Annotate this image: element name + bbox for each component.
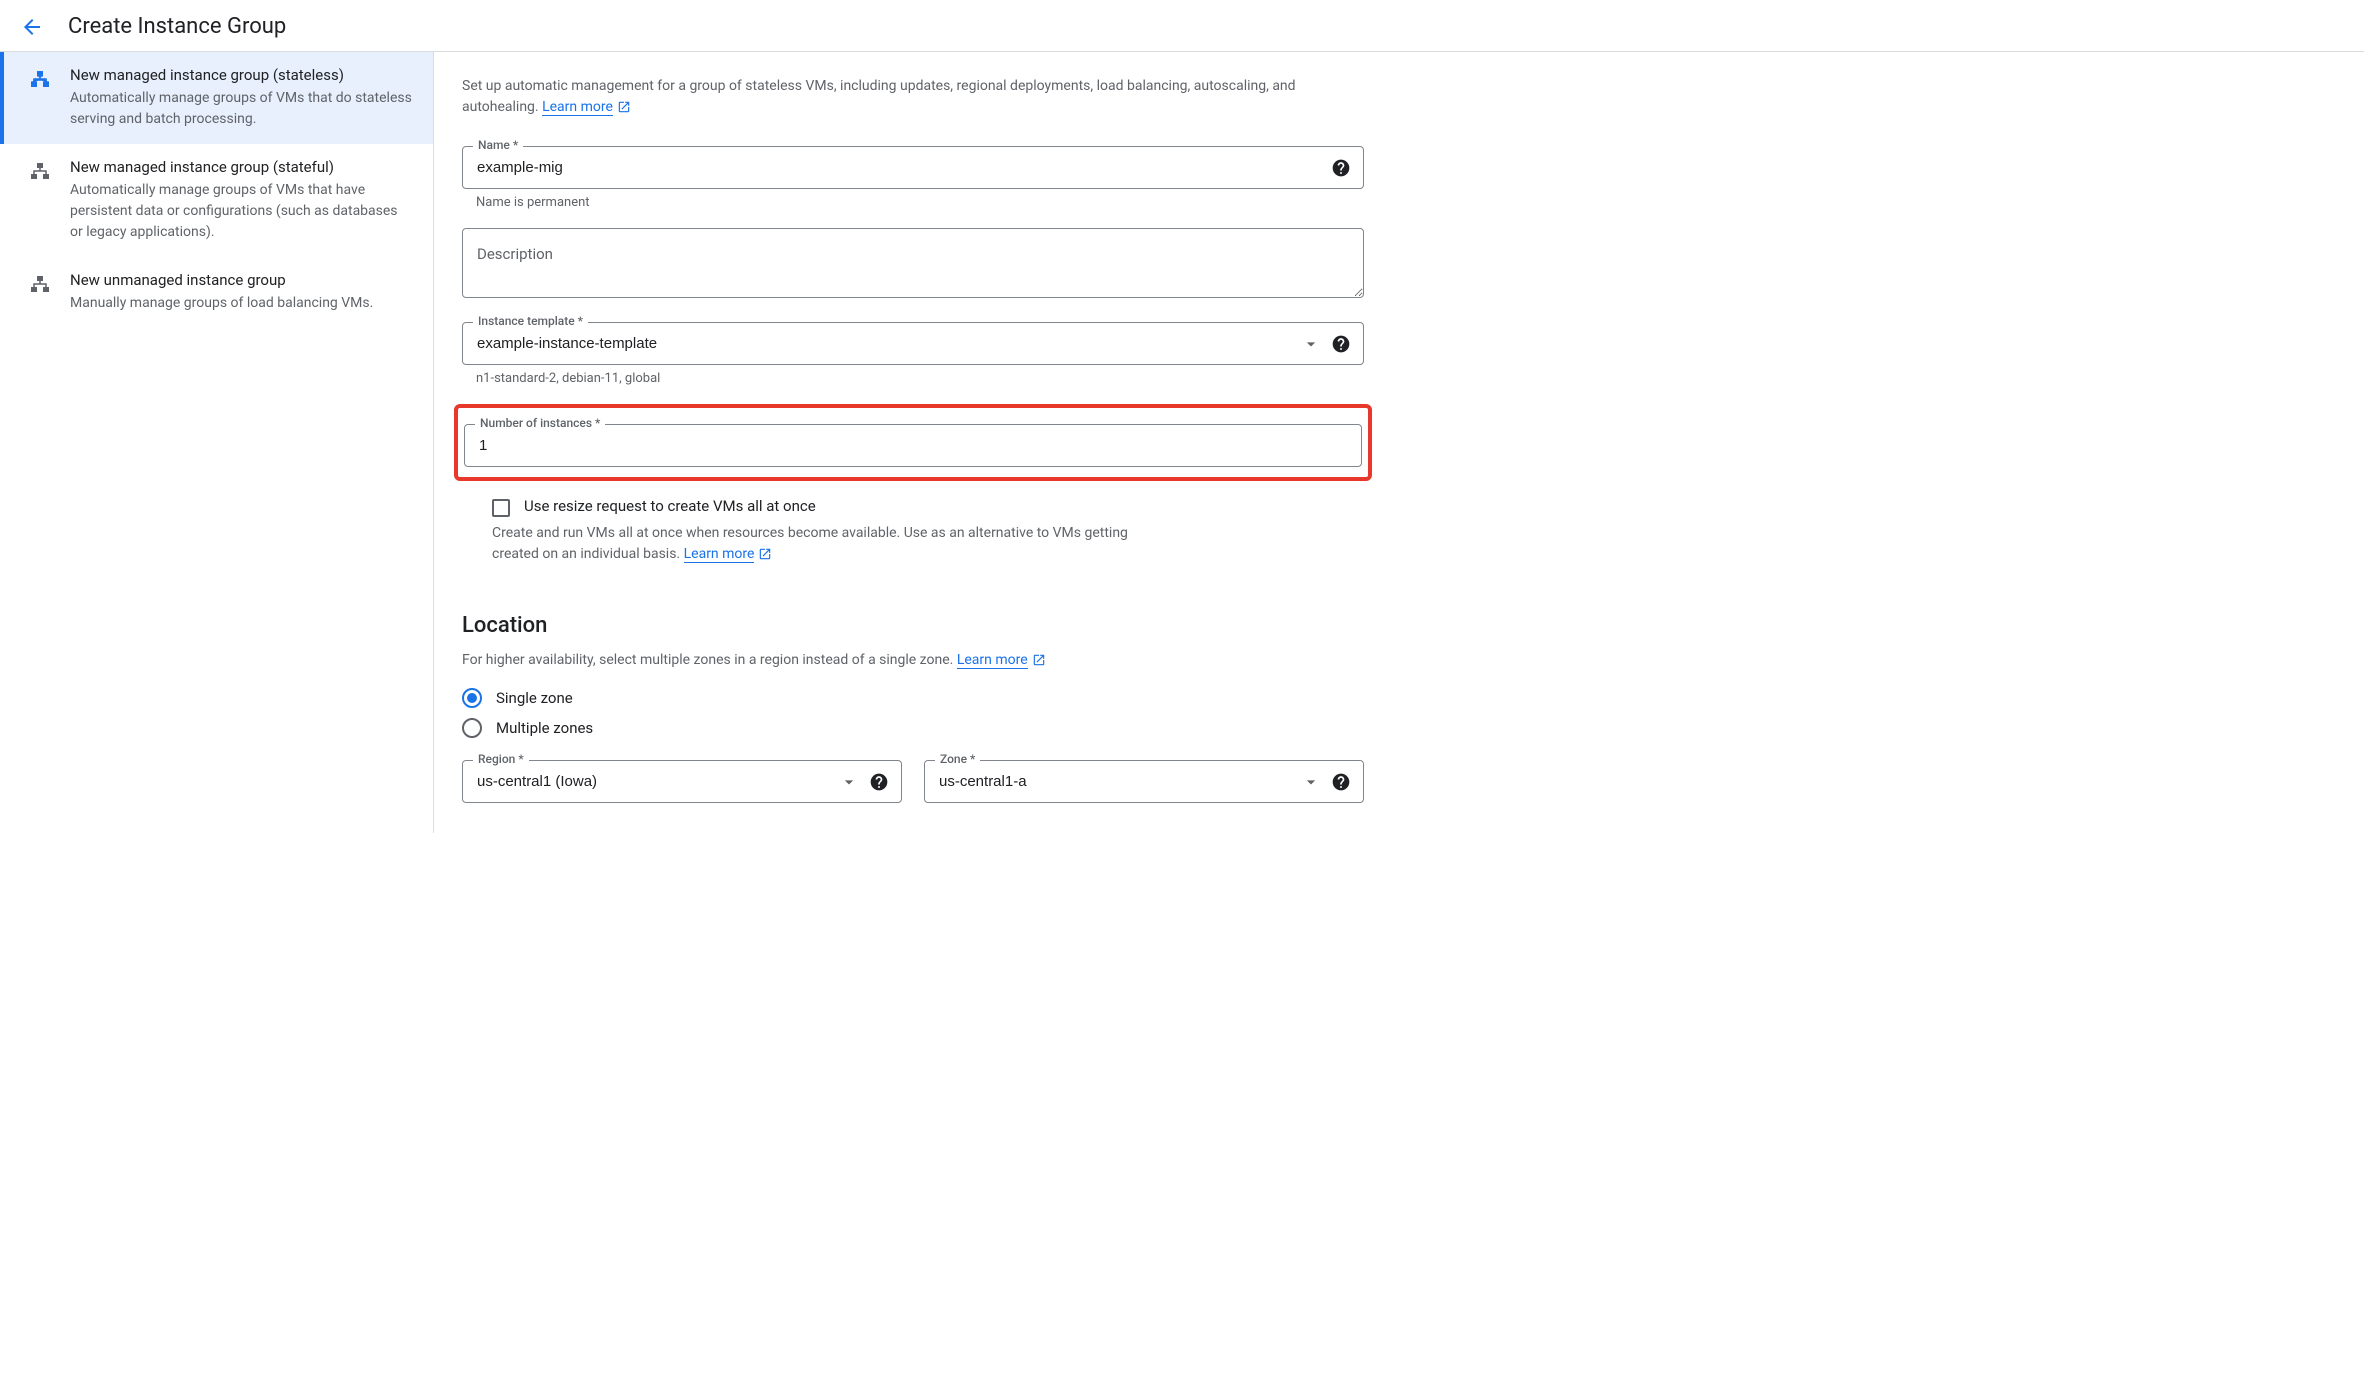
page-header: Create Instance Group: [0, 0, 2364, 52]
single-zone-radio[interactable]: Single zone: [462, 688, 1364, 708]
dropdown-arrow-icon: [1301, 334, 1321, 354]
name-input[interactable]: [463, 147, 1331, 188]
resize-checkbox[interactable]: [492, 499, 510, 517]
help-icon[interactable]: [869, 772, 889, 792]
help-icon[interactable]: [1331, 772, 1351, 792]
sidebar-item-desc: Automatically manage groups of VMs that …: [70, 180, 413, 243]
group-icon: [28, 160, 52, 184]
multiple-zones-radio[interactable]: Multiple zones: [462, 718, 1364, 738]
region-label: Region *: [473, 752, 529, 766]
resize-learn-more-link[interactable]: Learn more: [684, 546, 755, 563]
sidebar-item-stateless[interactable]: New managed instance group (stateless) A…: [0, 52, 433, 144]
external-link-icon: [1032, 653, 1046, 667]
sidebar: New managed instance group (stateless) A…: [0, 52, 434, 833]
help-icon[interactable]: [1331, 158, 1351, 178]
instances-input[interactable]: [465, 425, 1361, 466]
resize-checkbox-row[interactable]: Use resize request to create VMs all at …: [492, 497, 1364, 517]
radio-icon: [462, 688, 482, 708]
name-helper: Name is permanent: [476, 195, 1364, 210]
zone-radio-group: Single zone Multiple zones: [462, 688, 1364, 738]
intro-learn-more-link[interactable]: Learn more: [542, 99, 613, 116]
instances-field: Number of instances *: [464, 424, 1362, 467]
sidebar-item-desc: Manually manage groups of load balancing…: [70, 293, 413, 314]
zone-select[interactable]: [925, 761, 1301, 802]
region-select[interactable]: [463, 761, 839, 802]
main-content: Set up automatic management for a group …: [434, 52, 1394, 833]
external-link-icon: [758, 547, 772, 561]
external-link-icon: [617, 100, 631, 114]
group-icon: [28, 68, 52, 92]
name-field: Name *: [462, 146, 1364, 189]
sidebar-item-title: New unmanaged instance group: [70, 271, 413, 289]
radio-icon: [462, 718, 482, 738]
group-icon: [28, 273, 52, 297]
sidebar-item-title: New managed instance group (stateless): [70, 66, 413, 84]
location-learn-more-link[interactable]: Learn more: [957, 652, 1028, 669]
zone-field: Zone *: [924, 760, 1364, 803]
description-input[interactable]: [462, 228, 1364, 298]
resize-desc: Create and run VMs all at once when reso…: [492, 523, 1152, 565]
sidebar-item-stateful[interactable]: New managed instance group (stateful) Au…: [0, 144, 433, 257]
instances-highlight: Number of instances *: [454, 404, 1372, 481]
help-icon[interactable]: [1331, 334, 1351, 354]
template-label: Instance template *: [473, 314, 588, 328]
location-desc: For higher availability, select multiple…: [462, 652, 1364, 668]
template-field: Instance template *: [462, 322, 1364, 365]
sidebar-item-desc: Automatically manage groups of VMs that …: [70, 88, 413, 130]
template-select[interactable]: [463, 323, 1301, 364]
sidebar-item-unmanaged[interactable]: New unmanaged instance group Manually ma…: [0, 257, 433, 328]
instances-label: Number of instances *: [475, 416, 605, 430]
dropdown-arrow-icon: [839, 772, 859, 792]
zone-label: Zone *: [935, 752, 980, 766]
back-arrow-icon[interactable]: [20, 15, 44, 39]
intro-text: Set up automatic management for a group …: [462, 76, 1364, 118]
region-field: Region *: [462, 760, 902, 803]
location-title: Location: [462, 613, 1364, 638]
resize-checkbox-label: Use resize request to create VMs all at …: [524, 497, 816, 515]
sidebar-item-title: New managed instance group (stateful): [70, 158, 413, 176]
page-title: Create Instance Group: [68, 14, 286, 39]
name-label: Name *: [473, 138, 523, 152]
dropdown-arrow-icon: [1301, 772, 1321, 792]
template-helper: n1-standard-2, debian-11, global: [476, 371, 1364, 386]
